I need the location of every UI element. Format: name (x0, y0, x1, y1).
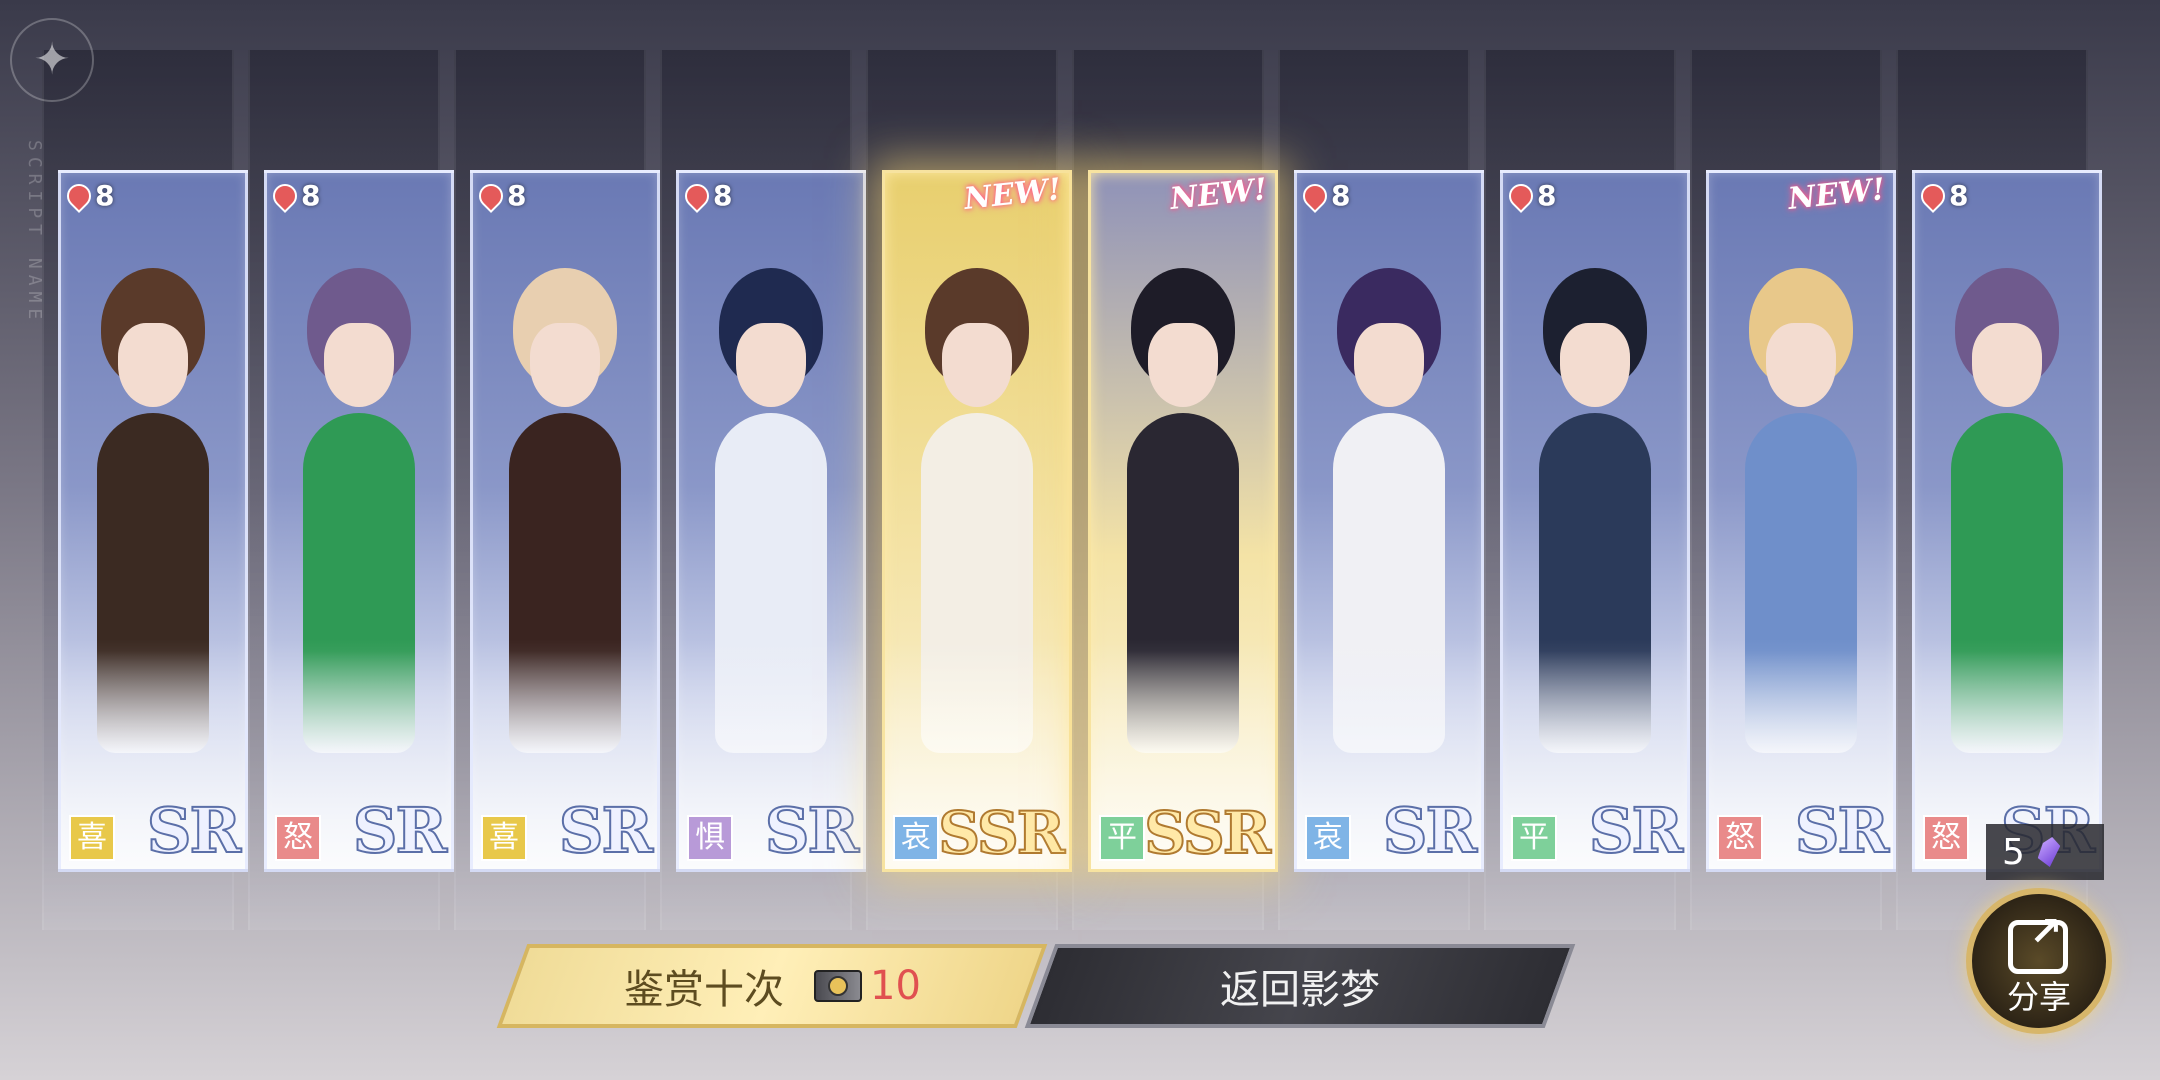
rarity-label: SSR (937, 798, 1066, 868)
card-cost: 8 (1916, 178, 1969, 213)
appreciate-ten-button[interactable]: 鉴赏十次 10 (496, 944, 1048, 1028)
card-cost-value: 8 (1331, 179, 1351, 212)
heart-drop-icon (1298, 178, 1332, 213)
card-cost-value: 8 (1949, 179, 1969, 212)
heart-drop-icon (474, 178, 508, 213)
return-label: 返回影梦 (1220, 967, 1380, 1013)
mood-tag: 哀 (1305, 815, 1351, 861)
share-reward-count: 5 (2002, 831, 2025, 873)
card-cost: 8 (680, 178, 733, 213)
card-cost-value: 8 (301, 179, 321, 212)
ticket-cost: 10 (869, 963, 921, 1009)
character-card[interactable]: 8 怒 SR (264, 170, 454, 872)
character-card[interactable]: NEW! 哀 SSR (882, 170, 1072, 872)
mood-tag: 惧 (687, 815, 733, 861)
card-cost-value: 8 (507, 179, 527, 212)
heart-drop-icon (268, 178, 302, 213)
character-face (1766, 323, 1836, 407)
mood-tag: 怒 (275, 815, 321, 861)
mood-tag: 怒 (1923, 815, 1969, 861)
character-face (324, 323, 394, 407)
rarity-label: SR (1588, 793, 1684, 868)
mood-tag: 怒 (1717, 815, 1763, 861)
crystal-icon (2036, 837, 2062, 867)
rarity-label: SR (1794, 793, 1890, 868)
character-face (1354, 323, 1424, 407)
character-face (736, 323, 806, 407)
character-card[interactable]: 8 哀 SR (1294, 170, 1484, 872)
card-cost-value: 8 (95, 179, 115, 212)
card-cost-value: 8 (1537, 179, 1557, 212)
character-face (1972, 323, 2042, 407)
card-cost: 8 (62, 178, 115, 213)
card-cost: 8 (1504, 178, 1557, 213)
heart-drop-icon (1916, 178, 1950, 213)
mood-tag: 喜 (69, 815, 115, 861)
return-button[interactable]: 返回影梦 (1024, 944, 1576, 1028)
new-badge: NEW! (1168, 172, 1269, 217)
share-icon (2008, 909, 2068, 974)
character-card[interactable]: NEW! 怒 SR (1706, 170, 1896, 872)
rarity-label: SR (146, 793, 242, 868)
character-card[interactable]: 8怒SR (1912, 170, 2102, 872)
rarity-label: SR (764, 793, 860, 868)
card-row: 8 喜 SR 8 怒 SR 8 喜 SR 8 惧 SR NEW! 哀 SSR NEW! 平 SSR 8 哀 SR 8 平 SR… (0, 0, 2160, 1080)
share-button[interactable]: 分享 (1966, 888, 2112, 1034)
heart-drop-icon (62, 178, 96, 213)
heart-drop-icon (680, 178, 714, 213)
character-face (1560, 323, 1630, 407)
appreciate-ten-label: 鉴赏十次 (623, 967, 784, 1013)
new-badge: NEW! (1786, 172, 1887, 217)
character-face (942, 323, 1012, 407)
card-cost: 8 (268, 178, 321, 213)
rarity-label: SR (352, 793, 448, 868)
new-badge: NEW! (962, 172, 1063, 217)
heart-drop-icon (1504, 178, 1538, 213)
card-cost-value: 8 (713, 179, 733, 212)
share-reward-badge: 5 (1986, 824, 2104, 880)
character-card[interactable]: 8 平 SR (1500, 170, 1690, 872)
character-card[interactable]: 8 喜 SR (470, 170, 660, 872)
rarity-label: SSR (1143, 798, 1272, 868)
character-card[interactable]: NEW! 平 SSR (1088, 170, 1278, 872)
character-face (530, 323, 600, 407)
film-ticket-icon (813, 970, 862, 1002)
character-face (1148, 323, 1218, 407)
card-cost: 8 (1298, 178, 1351, 213)
rarity-label: SR (1382, 793, 1478, 868)
mood-tag: 平 (1511, 815, 1557, 861)
share-label: 分享 (2006, 978, 2071, 1016)
character-face (118, 323, 188, 407)
character-card[interactable]: 8 喜 SR (58, 170, 248, 872)
mood-tag: 平 (1099, 815, 1145, 861)
mood-tag: 喜 (481, 815, 527, 861)
card-cost: 8 (474, 178, 527, 213)
rarity-label: SR (558, 793, 654, 868)
character-card[interactable]: 8 惧 SR (676, 170, 866, 872)
mood-tag: 哀 (893, 815, 939, 861)
